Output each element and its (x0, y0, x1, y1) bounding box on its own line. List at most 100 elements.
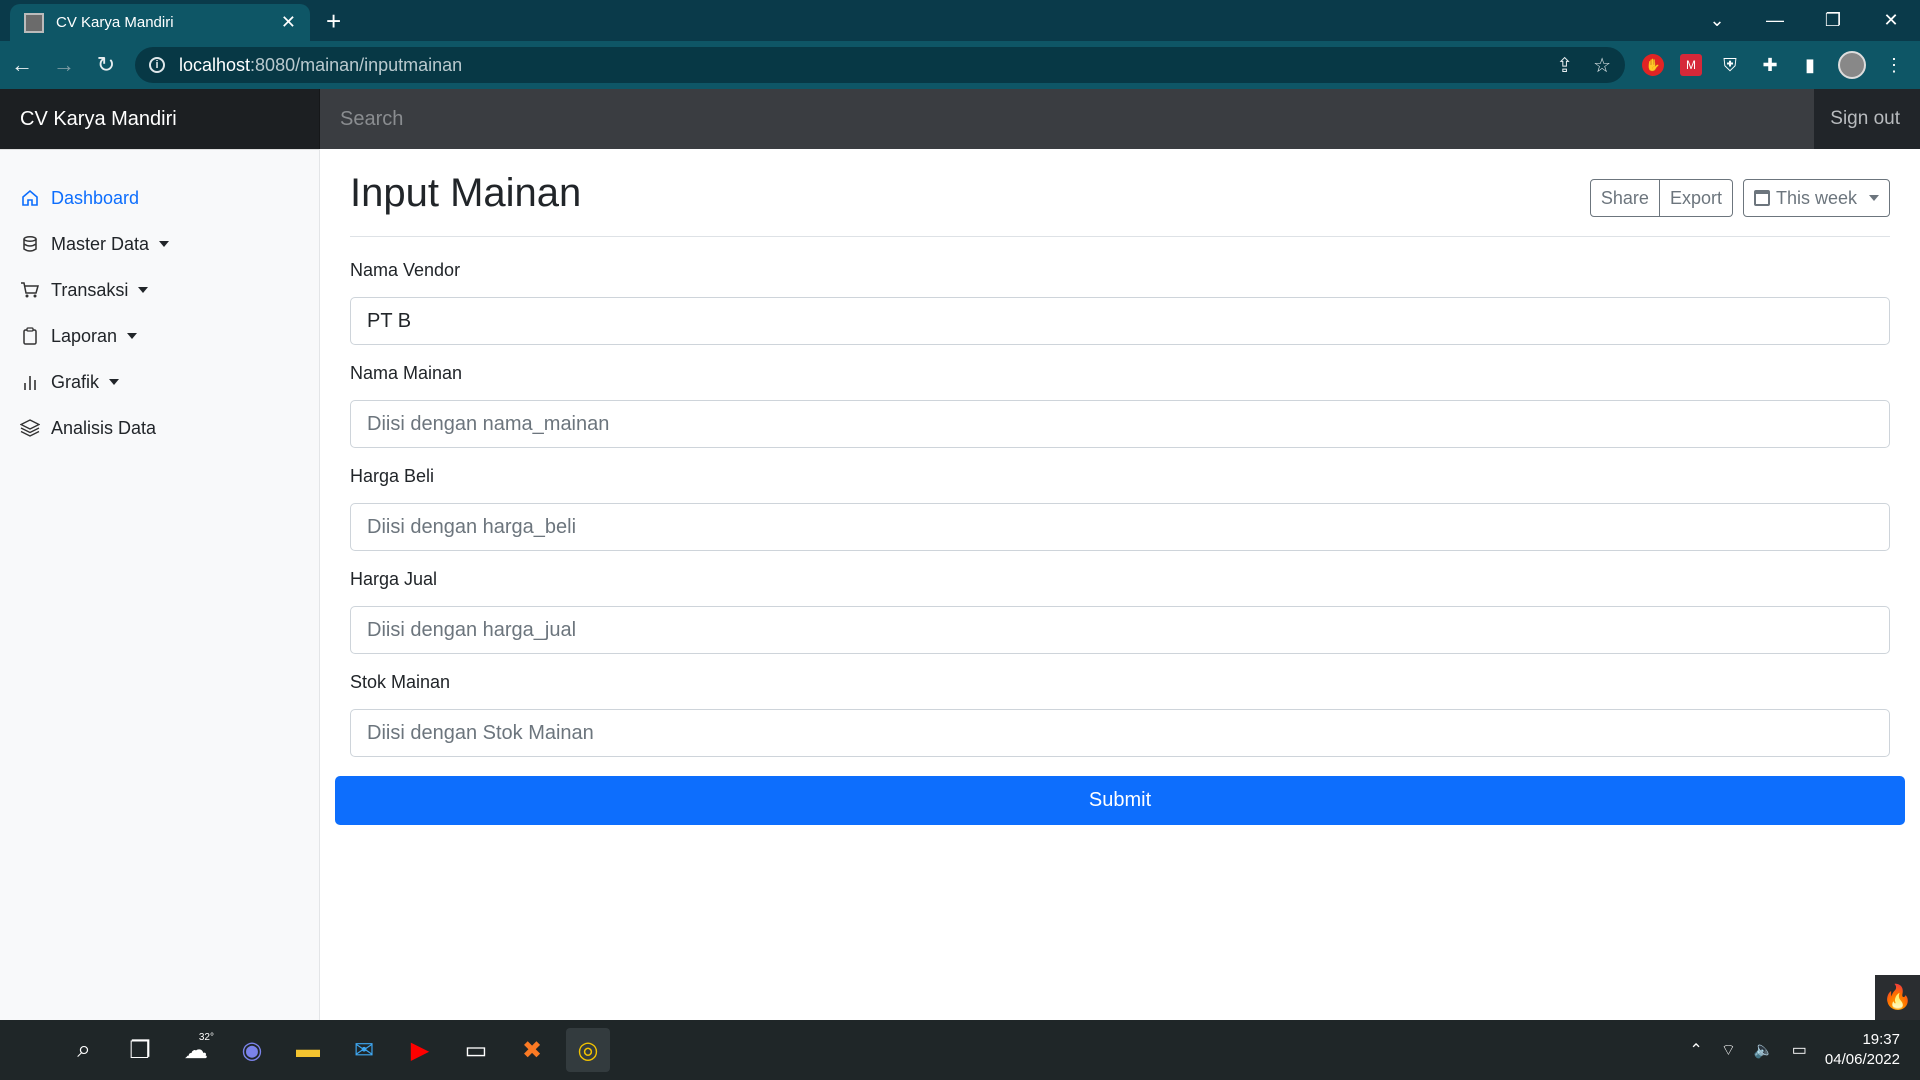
restore-icon[interactable]: ❐ (1804, 0, 1862, 41)
caret-down-icon (1869, 195, 1879, 201)
extension-hand-icon[interactable]: ✋ (1642, 54, 1664, 76)
profile-avatar[interactable] (1838, 51, 1866, 79)
field-label: Harga Beli (350, 466, 435, 486)
period-dropdown-button[interactable]: This week (1742, 179, 1890, 217)
home-icon (20, 188, 40, 208)
browser-toolbar: ← → ↻ i localhost:8080/mainan/inputmaina… (0, 41, 1920, 89)
sidebar-item-laporan[interactable]: Laporan (0, 313, 319, 359)
codeigniter-toolbar-icon[interactable]: 🔥 (1875, 975, 1920, 1020)
site-info-icon[interactable]: i (149, 57, 165, 73)
clock[interactable]: 19:37 04/06/2022 (1825, 1030, 1900, 1070)
tab-title: CV Karya Mandiri (56, 14, 174, 31)
extension-mendeley-icon[interactable]: M (1680, 54, 1702, 76)
sidebar-item-analisis-data[interactable]: Analisis Data (0, 405, 319, 451)
browser-tab[interactable]: CV Karya Mandiri ✕ (10, 4, 310, 41)
close-tab-icon[interactable]: ✕ (281, 12, 296, 33)
forward-icon[interactable]: → (44, 45, 84, 85)
menu-kebab-icon[interactable]: ⋮ (1882, 53, 1906, 77)
windows-taskbar: ⌕ ❐ ☁ 32° ◉ ▬ ✉ ▶ ▭ ✖ ◎ ⌃ ⌔ 🔈 ▭ 19:37 04/… (0, 1020, 1920, 1080)
caret-down-icon (109, 379, 120, 385)
submit-button[interactable]: Submit (335, 776, 1905, 825)
weather-icon[interactable]: ☁ 32° (174, 1028, 218, 1072)
nama-mainan-input[interactable] (350, 400, 1890, 448)
caret-down-icon (138, 287, 149, 293)
sidebar-item-grafik[interactable]: Grafik (0, 359, 319, 405)
stok-mainan-input[interactable] (350, 709, 1890, 757)
page-header: Input Mainan Share Export This week (350, 149, 1890, 237)
terminal-icon[interactable]: ▭ (454, 1028, 498, 1072)
volume-icon[interactable]: 🔈 (1754, 1040, 1774, 1060)
bar-chart-icon (20, 372, 40, 392)
chevron-up-icon[interactable]: ⌃ (1689, 1040, 1702, 1060)
harga-jual-input[interactable] (350, 606, 1890, 654)
reload-icon[interactable]: ↻ (86, 45, 126, 85)
database-icon (20, 234, 40, 254)
field-label: Nama Mainan (350, 363, 463, 383)
close-window-icon[interactable]: ✕ (1862, 0, 1920, 41)
minimize-icon[interactable]: — (1746, 0, 1804, 41)
favicon-icon (24, 12, 44, 33)
sidebar-item-master-data[interactable]: Master Data (0, 221, 319, 267)
form-field-nama-vendor: Nama Vendor (350, 260, 1890, 363)
window-controls: ⌄ — ❐ ✕ (1688, 0, 1920, 41)
sidebar-item-transaksi[interactable]: Transaksi (0, 267, 319, 313)
battery-icon[interactable]: ▭ (1792, 1040, 1807, 1060)
period-label: This week (1775, 187, 1857, 208)
sidebar: Dashboard Master Data Transaksi Laporan … (0, 149, 320, 1020)
task-view-icon[interactable]: ❐ (118, 1028, 162, 1072)
form-field-stok-mainan: Stok Mainan (350, 672, 1890, 775)
mail-icon[interactable]: ✉ (342, 1028, 386, 1072)
clipboard-icon (20, 326, 40, 346)
share-export-group: Share Export (1589, 179, 1733, 217)
search-input[interactable] (320, 89, 1814, 149)
main-content: Input Mainan Share Export This week Nama… (350, 149, 1890, 757)
address-bar[interactable]: i localhost:8080/mainan/inputmainan ⇪ ☆ (135, 47, 1625, 83)
search-icon[interactable]: ⌕ (62, 1028, 106, 1072)
windows-start-icon[interactable] (22, 1036, 50, 1064)
weather-temp: 32° (198, 1032, 214, 1043)
sidebar-item-dashboard[interactable]: Dashboard (0, 175, 319, 221)
teams-chat-icon[interactable]: ◉ (230, 1028, 274, 1072)
browser-tab-strip: CV Karya Mandiri ✕ + ⌄ — ❐ ✕ (0, 0, 1920, 41)
brand[interactable]: CV Karya Mandiri (0, 89, 320, 149)
sidebar-item-label: Master Data (51, 233, 150, 254)
harga-beli-input[interactable] (350, 503, 1890, 551)
form-field-nama-mainan: Nama Mainan (350, 363, 1890, 466)
form-field-harga-jual: Harga Jual (350, 569, 1890, 672)
extensions-area: ✋ M ⛨ ✚ ▮ ⋮ (1642, 47, 1906, 83)
layers-icon (20, 418, 40, 438)
export-button[interactable]: Export (1659, 179, 1733, 217)
nama-vendor-input[interactable] (350, 297, 1890, 345)
bookmark-star-icon[interactable]: ☆ (1593, 53, 1611, 78)
app-navbar: CV Karya Mandiri Sign out (0, 89, 1920, 149)
sidebar-item-label: Grafik (51, 371, 100, 392)
share-page-icon[interactable]: ⇪ (1556, 53, 1573, 78)
wifi-icon[interactable]: ⌔ (1721, 1040, 1736, 1060)
file-explorer-icon[interactable]: ▬ (286, 1028, 330, 1072)
sidebar-item-label: Transaksi (51, 279, 129, 300)
caret-down-icon (127, 333, 138, 339)
extensions-puzzle-icon[interactable]: ✚ (1758, 53, 1782, 77)
extension-shield-icon[interactable]: ⛨ (1718, 53, 1742, 77)
new-tab-icon[interactable]: + (326, 6, 341, 37)
page-title: Input Mainan (350, 171, 582, 215)
tab-search-icon[interactable]: ⌄ (1688, 0, 1746, 41)
input-mainan-form: Nama Vendor Nama Mainan Harga Beli Harga… (350, 260, 1890, 775)
clock-date: 04/06/2022 (1824, 1051, 1900, 1068)
sidebar-item-label: Dashboard (51, 187, 140, 208)
xampp-icon[interactable]: ✖ (510, 1028, 554, 1072)
back-icon[interactable]: ← (2, 45, 42, 85)
side-panel-icon[interactable]: ▮ (1798, 53, 1822, 77)
calendar-icon (1753, 190, 1770, 206)
sidebar-item-label: Laporan (51, 325, 118, 346)
system-tray: ⌃ ⌔ 🔈 ▭ 19:37 04/06/2022 (1689, 1020, 1900, 1080)
signout-link[interactable]: Sign out (1830, 89, 1900, 149)
chrome-icon[interactable]: ◎ (566, 1028, 610, 1072)
caret-down-icon (159, 241, 170, 247)
url-path: :8080/mainan/inputmainan (250, 54, 463, 75)
clock-time: 19:37 (1862, 1031, 1900, 1048)
share-button[interactable]: Share (1589, 179, 1660, 217)
cart-icon (20, 280, 40, 300)
youtube-icon[interactable]: ▶ (398, 1028, 442, 1072)
form-field-harga-beli: Harga Beli (350, 466, 1890, 569)
